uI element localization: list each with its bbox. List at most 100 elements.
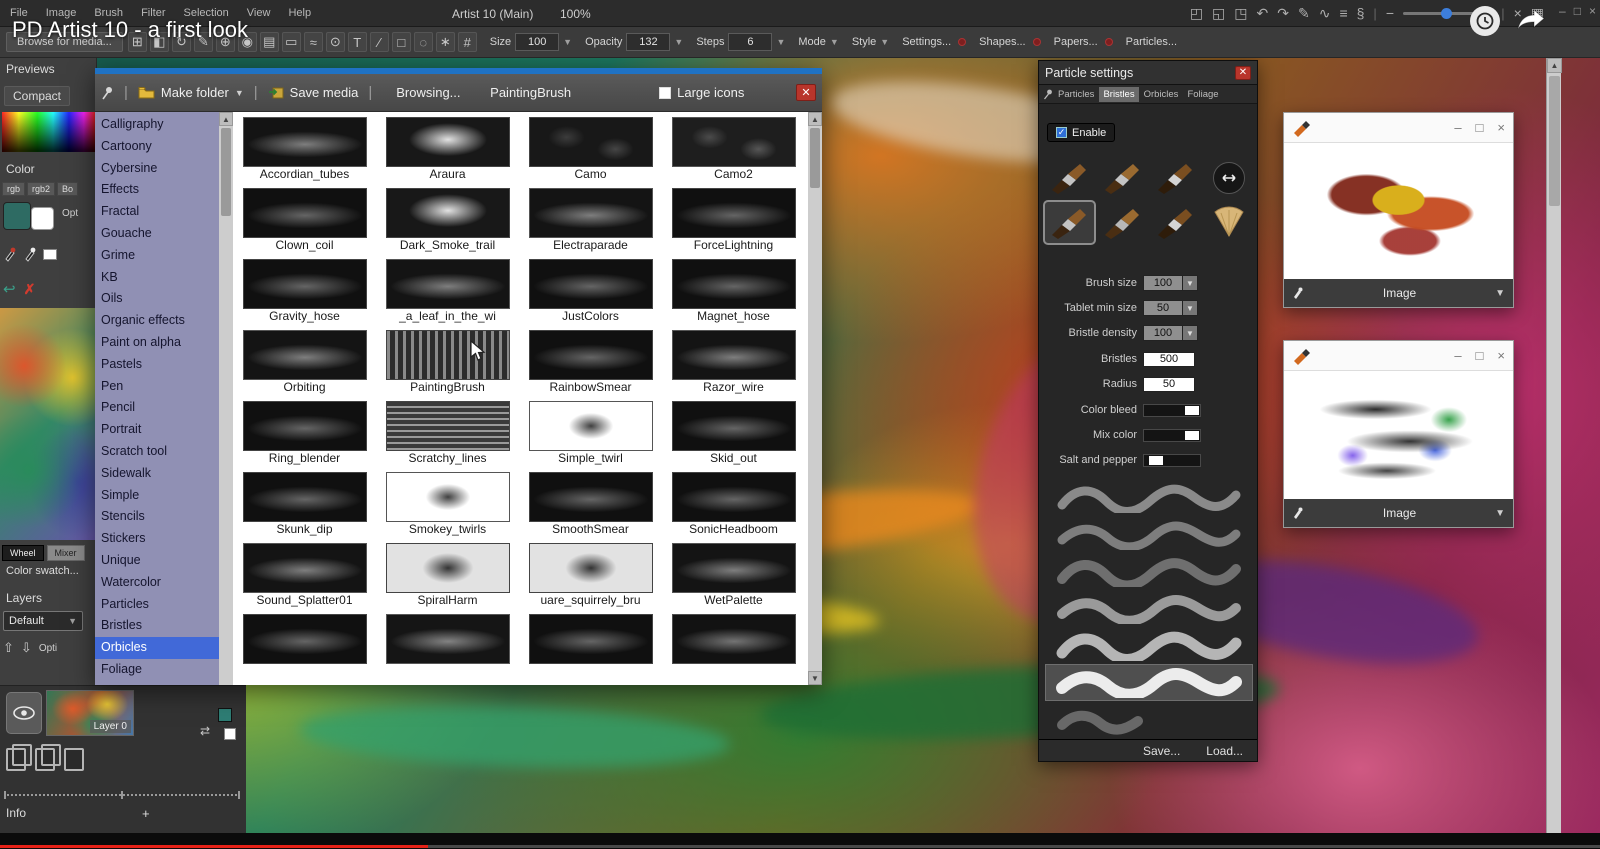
media-item[interactable]: Accordian_tubes bbox=[233, 112, 376, 183]
undo-icon[interactable]: ↶ bbox=[1257, 3, 1269, 23]
media-item[interactable]: SonicHeadboom bbox=[662, 467, 805, 538]
category-item[interactable]: Paint on alpha bbox=[95, 332, 219, 354]
pin-icon[interactable] bbox=[1043, 89, 1053, 100]
pin-icon[interactable] bbox=[101, 86, 114, 100]
close-icon[interactable]: × bbox=[1497, 348, 1505, 363]
category-item[interactable]: Organic effects bbox=[95, 310, 219, 332]
color-mode-tab[interactable]: rgb2 bbox=[27, 182, 55, 196]
gradient-icon[interactable]: ▤ bbox=[260, 32, 279, 52]
tablet-min-size-value[interactable]: 50 bbox=[1143, 300, 1183, 316]
slider-thumb[interactable] bbox=[1185, 431, 1199, 440]
mode-dropdown[interactable]: Mode ▼ bbox=[798, 36, 838, 48]
primary-color-well[interactable] bbox=[3, 202, 31, 230]
category-scrollbar[interactable]: ▲ bbox=[219, 112, 233, 685]
media-item[interactable]: Skid_out bbox=[662, 396, 805, 467]
opacity-value[interactable]: 132 bbox=[626, 33, 670, 51]
stroke-preview[interactable] bbox=[1045, 590, 1253, 627]
chevron-down-icon[interactable]: ▼ bbox=[776, 37, 785, 47]
move-layer-down-icon[interactable]: ⇩ bbox=[21, 640, 32, 656]
steps-value[interactable]: 6 bbox=[728, 33, 772, 51]
layers-icon[interactable]: ≡ bbox=[1339, 3, 1347, 23]
particles-button[interactable]: Particles... bbox=[1126, 36, 1177, 48]
layer-visibility-button[interactable] bbox=[6, 692, 42, 734]
new-layer-icon[interactable] bbox=[64, 748, 84, 771]
load-button[interactable]: Load... bbox=[1206, 744, 1243, 758]
chevron-down-icon[interactable]: ▼ bbox=[1183, 325, 1198, 341]
media-item[interactable]: Sound_Splatter01 bbox=[233, 538, 376, 609]
category-item[interactable]: Watercolor bbox=[95, 572, 219, 594]
media-item[interactable]: Razor_wire bbox=[662, 325, 805, 396]
image-preview[interactable] bbox=[1284, 371, 1513, 499]
media-item[interactable]: Gravity_hose bbox=[233, 254, 376, 325]
papers-button[interactable]: Papers... bbox=[1054, 36, 1113, 48]
image-window-titlebar[interactable]: – □ × bbox=[1284, 113, 1513, 143]
bristle-density-value[interactable]: 100 bbox=[1143, 325, 1183, 341]
text-tool-icon[interactable]: T bbox=[348, 32, 367, 52]
copy-layer-icon[interactable] bbox=[35, 748, 55, 771]
share-button[interactable] bbox=[1516, 8, 1546, 35]
media-item[interactable]: _a_leaf_in_the_wi bbox=[376, 254, 519, 325]
stroke-preview[interactable] bbox=[1045, 516, 1253, 553]
grid-scrollbar[interactable]: ▲ ▼ bbox=[808, 112, 822, 685]
color-swatch-label[interactable]: Color swatch... bbox=[6, 565, 79, 577]
color-mode-tab[interactable]: rgb bbox=[2, 182, 25, 196]
settings-button[interactable]: Settings... bbox=[902, 36, 966, 48]
chevron-down-icon[interactable]: ▼ bbox=[1495, 508, 1505, 519]
category-item[interactable]: Bristles bbox=[95, 615, 219, 637]
media-item[interactable]: Electraparade bbox=[519, 183, 662, 254]
scroll-up-icon[interactable]: ▲ bbox=[219, 112, 233, 126]
category-item[interactable]: Cybersine bbox=[95, 158, 219, 180]
media-item[interactable]: Clown_coil bbox=[233, 183, 376, 254]
mix-color-slider[interactable] bbox=[1143, 429, 1201, 442]
brush-preset-7[interactable] bbox=[1149, 200, 1202, 245]
menu-item[interactable]: View bbox=[247, 7, 271, 19]
timeline-ruler[interactable] bbox=[4, 794, 240, 796]
zoom-slider-thumb[interactable] bbox=[1441, 8, 1452, 19]
brush-preset-2[interactable] bbox=[1096, 155, 1149, 200]
media-item[interactable]: Magnet_hose bbox=[662, 254, 805, 325]
category-item[interactable]: Pencil bbox=[95, 397, 219, 419]
media-item[interactable]: WetPalette bbox=[662, 538, 805, 609]
eyedropper-icon[interactable] bbox=[1292, 506, 1304, 520]
redo-icon[interactable]: ↷ bbox=[1277, 3, 1289, 23]
minimize-icon[interactable]: – bbox=[1559, 4, 1566, 18]
particle-panel-titlebar[interactable]: Particle settings ✕ bbox=[1039, 61, 1257, 85]
media-item[interactable]: Orbiting bbox=[233, 325, 376, 396]
category-item[interactable]: Fractal bbox=[95, 201, 219, 223]
minimize-icon[interactable]: – bbox=[1454, 348, 1461, 363]
category-item[interactable]: Scratch tool bbox=[95, 441, 219, 463]
media-item[interactable]: Araura bbox=[376, 112, 519, 183]
layer-thumbnail[interactable]: Layer 0 bbox=[46, 690, 134, 736]
category-item[interactable]: Sidewalk bbox=[95, 463, 219, 485]
paper-swatch[interactable] bbox=[43, 249, 57, 260]
image-preview[interactable] bbox=[1284, 143, 1513, 279]
media-item[interactable]: uare_squirrely_bru bbox=[519, 538, 662, 609]
background-swatch[interactable] bbox=[224, 728, 236, 740]
category-item[interactable]: Orbicles bbox=[95, 637, 219, 659]
line-icon[interactable]: ∕ bbox=[370, 32, 389, 52]
eyedropper-alt-icon[interactable] bbox=[23, 246, 37, 262]
category-item[interactable]: Pen bbox=[95, 376, 219, 398]
media-item[interactable] bbox=[662, 609, 805, 680]
pen-icon[interactable]: ✎ bbox=[1298, 3, 1310, 23]
media-item[interactable]: Scratchy_lines bbox=[376, 396, 519, 467]
scroll-down-icon[interactable]: ▼ bbox=[808, 671, 822, 685]
save-image-icon[interactable]: ◳ bbox=[1234, 3, 1247, 23]
media-item[interactable]: JustColors bbox=[519, 254, 662, 325]
particle-tab[interactable]: Orbicles bbox=[1140, 87, 1183, 102]
smooth-stroke-icon[interactable]: § bbox=[1357, 3, 1365, 23]
make-folder-button[interactable]: Make folder ▼ bbox=[138, 85, 244, 100]
media-item[interactable]: Simple_twirl bbox=[519, 396, 662, 467]
category-item[interactable]: Stickers bbox=[95, 528, 219, 550]
stroke-preview[interactable] bbox=[1045, 553, 1253, 590]
canvas-vertical-scrollbar[interactable]: ▲ bbox=[1546, 58, 1561, 833]
chevron-down-icon[interactable]: ▼ bbox=[1183, 275, 1198, 291]
smudge-icon[interactable]: ≈ bbox=[304, 32, 323, 52]
save-button[interactable]: Save... bbox=[1143, 744, 1180, 758]
scrollbar-thumb[interactable] bbox=[810, 128, 820, 188]
foreground-swatch[interactable] bbox=[218, 708, 232, 722]
delete-icon[interactable]: ✗ bbox=[24, 281, 36, 298]
media-item[interactable]: Dark_Smoke_trail bbox=[376, 183, 519, 254]
brush-size-value[interactable]: 100 bbox=[1143, 275, 1183, 291]
color-bleed-slider[interactable] bbox=[1143, 404, 1201, 417]
